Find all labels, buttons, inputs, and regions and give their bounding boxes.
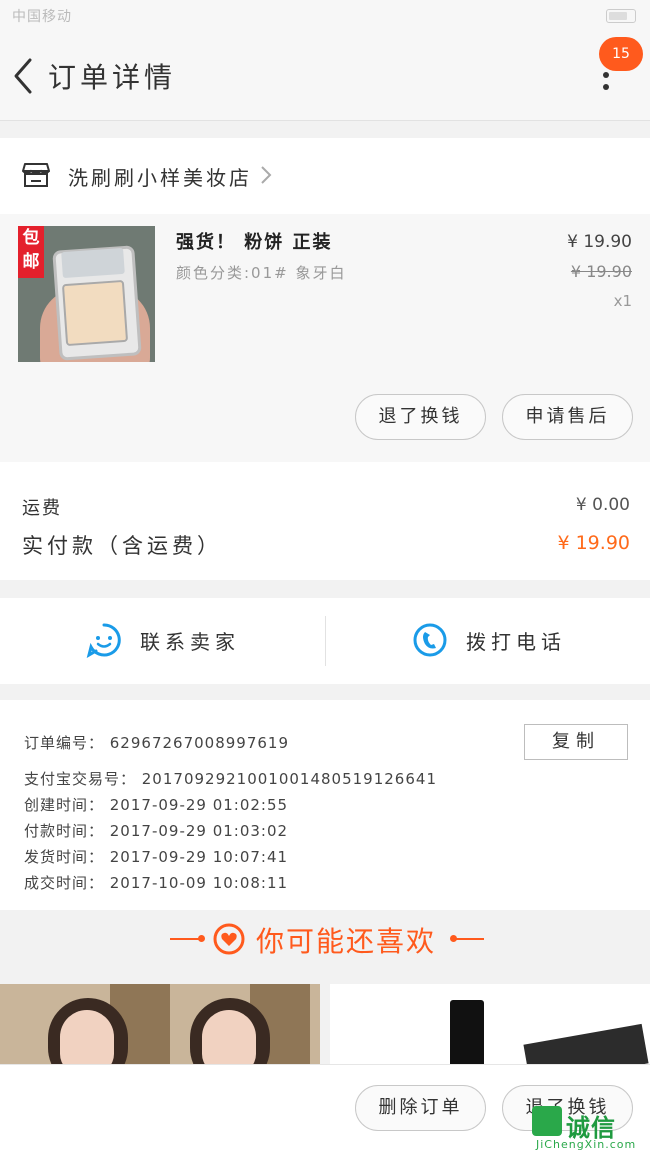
completed-time: 成交时间： 2017-10-09 10:08:11 xyxy=(24,874,289,892)
copy-button[interactable]: 复制 xyxy=(524,724,628,760)
paid-label: 实付款（含运费） xyxy=(22,534,222,558)
back-arrow-icon[interactable] xyxy=(8,54,40,98)
product-price: ¥ 19.90 xyxy=(567,232,632,252)
recommend-title: 你可能还喜欢 xyxy=(256,925,437,958)
alipay-trade-number: 支付宝交易号： 2017092921001001480519126641 xyxy=(24,770,437,788)
recommend-item[interactable] xyxy=(0,984,320,1064)
more-menu-icon[interactable] xyxy=(596,72,616,98)
shop-row[interactable]: 洗刷刷小样美妆店 xyxy=(0,138,650,214)
chat-smile-icon[interactable] xyxy=(86,622,122,658)
shipping-value: ¥ 0.00 xyxy=(575,495,630,515)
shop-name[interactable]: 洗刷刷小样美妆店 xyxy=(68,162,252,191)
recommend-item[interactable] xyxy=(330,984,650,1064)
product-spec: 颜色分类:01# 象牙白 xyxy=(176,264,347,282)
watermark-logo: 诚信 JiChengXin.com xyxy=(532,1106,650,1155)
heart-icon xyxy=(213,923,245,955)
shipped-time: 发货时间： 2017-09-29 10:07:41 xyxy=(24,848,289,866)
delete-order-button[interactable]: 删除订单 xyxy=(355,1085,486,1131)
order-info-section: 订单编号： 62967267008997619 支付宝交易号： 20170929… xyxy=(0,700,650,910)
page-title: 订单详情 xyxy=(48,61,177,94)
divider xyxy=(325,616,326,666)
contact-bar: 联系卖家 拨打电话 xyxy=(0,598,650,684)
store-icon xyxy=(22,163,50,187)
paid-value: ¥ 19.90 xyxy=(557,532,630,554)
product-image[interactable]: 包邮 xyxy=(18,226,155,362)
order-number: 订单编号： 62967267008997619 xyxy=(24,734,290,752)
battery-icon xyxy=(606,9,636,23)
recommend-header: 你可能还喜欢 xyxy=(0,910,650,968)
product-title[interactable]: 强货！ 粉饼 正装 xyxy=(176,228,333,254)
product-quantity: x1 xyxy=(613,292,632,310)
totals-section: 运费 ¥ 0.00 实付款（含运费） ¥ 19.90 xyxy=(0,462,650,580)
chevron-right-icon xyxy=(261,166,272,184)
free-shipping-tag: 包邮 xyxy=(18,226,44,278)
created-time: 创建时间： 2017-09-29 01:02:55 xyxy=(24,796,289,814)
call-button[interactable]: 拨打电话 xyxy=(466,626,566,655)
contact-seller-button[interactable]: 联系卖家 xyxy=(140,626,240,655)
refund-button[interactable]: 退了换钱 xyxy=(355,394,486,440)
paid-time: 付款时间： 2017-09-29 01:03:02 xyxy=(24,822,289,840)
product-card[interactable]: 包邮 强货！ 粉饼 正装 颜色分类:01# 象牙白 ¥ 19.90 ¥ 19.9… xyxy=(0,214,650,462)
header: 订单详情 15 xyxy=(0,32,650,121)
notification-badge[interactable]: 15 xyxy=(599,37,643,71)
phone-icon[interactable] xyxy=(412,622,448,658)
status-bar: 中国移动 xyxy=(0,0,650,32)
carrier-label: 中国移动 xyxy=(12,9,72,25)
after-sale-button[interactable]: 申请售后 xyxy=(502,394,633,440)
shipping-label: 运费 xyxy=(22,498,62,519)
product-original-price: ¥ 19.90 xyxy=(570,262,632,281)
